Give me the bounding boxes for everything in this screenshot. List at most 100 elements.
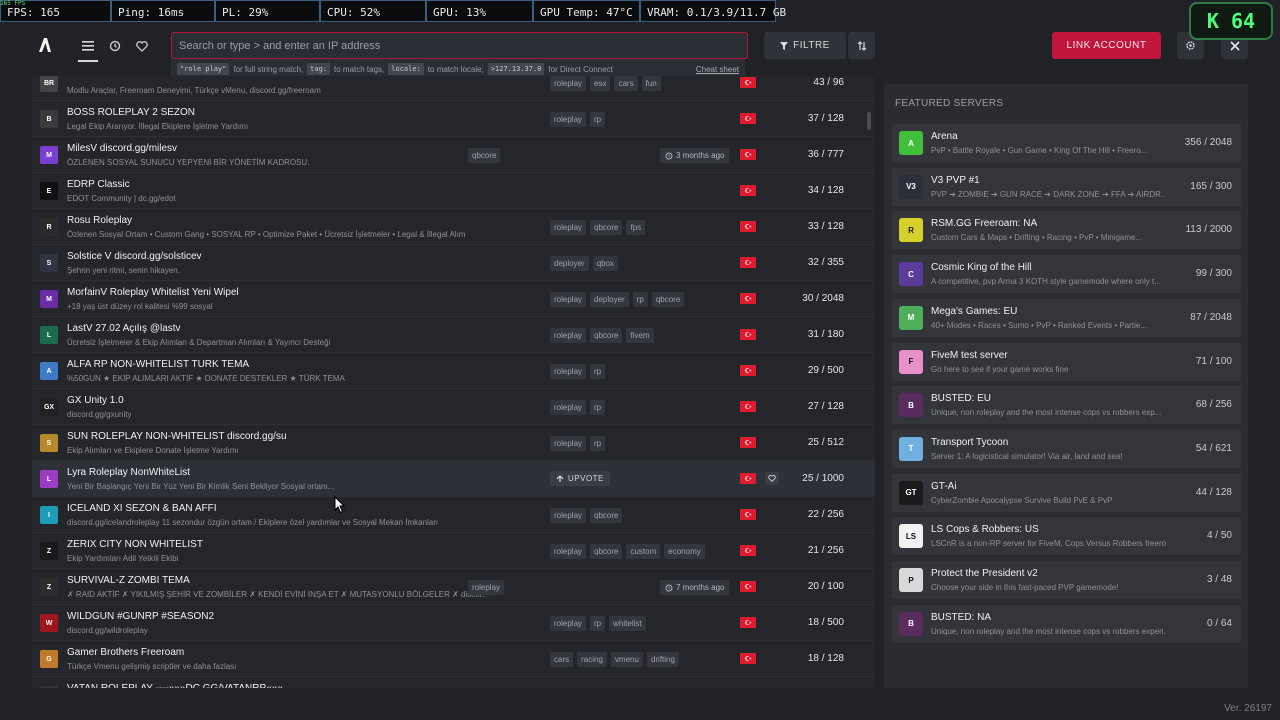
server-list[interactable]: BR Modlu Araçlar, Freeroam Deneyimi, Türk… [32, 76, 875, 688]
featured-server-name: Mega's Games: EU [931, 305, 1018, 317]
server-tag[interactable]: rp [590, 616, 606, 631]
server-tag[interactable]: qbcore [590, 508, 623, 523]
server-tag[interactable]: roleplay [550, 400, 587, 415]
featured-server-row[interactable]: V3 V3 PVP #1 PVP ➔ ZOMBIE ➔ GUN RACE ➔ D… [892, 167, 1241, 206]
server-tag[interactable]: roleplay [468, 580, 505, 595]
server-tag[interactable]: fps [626, 220, 646, 235]
featured-server-description: CyberZombie Apocalypse Survive Build PvE… [931, 495, 1113, 505]
featured-server-row[interactable]: B BUSTED: EU Unique, non roleplay and th… [892, 386, 1241, 425]
server-row[interactable]: Z SURVIVAL-Z ZOMBI TEMA ✗ RAİD AKTİF ✗ YIK… [32, 569, 875, 605]
server-tag[interactable]: cars [550, 652, 574, 667]
server-tags: roleplay [468, 580, 505, 595]
server-row[interactable]: E EDRP Classic EDOT Community | dc.gg/edot… [32, 173, 875, 209]
server-row[interactable]: S SUN ROLEPLAY NON-WHITELIST discord.gg/s… [32, 425, 875, 461]
server-search-field[interactable] [171, 32, 748, 59]
server-tag[interactable]: drifting [646, 652, 679, 667]
featured-server-row[interactable]: M Mega's Games: EU 40+ Modes • Races • S… [892, 298, 1241, 337]
server-tag[interactable]: deployer [590, 292, 629, 307]
server-row[interactable]: B BOSS ROLEPLAY 2 SEZON Legal Ekip Ararıyo… [32, 101, 875, 137]
server-tag[interactable]: deployer [550, 256, 589, 271]
favorites-heart-icon[interactable] [130, 34, 154, 58]
server-tag[interactable]: roleplay [550, 616, 587, 631]
server-tag[interactable]: roleplay [550, 544, 587, 559]
server-tag[interactable]: esx [590, 76, 611, 91]
server-tag[interactable]: whitelist [609, 616, 646, 631]
server-tag[interactable]: roleplay [550, 220, 587, 235]
featured-server-row[interactable]: R RSM.GG Freeroam: NA Custom Cars & Maps… [892, 211, 1241, 250]
server-tag[interactable]: qbcore [590, 328, 623, 343]
server-tag[interactable]: qbcore [468, 148, 501, 163]
history-icon[interactable] [103, 34, 127, 58]
server-row[interactable]: I ICELAND XI SEZON & BAN AFFI discord.gg/i… [32, 497, 875, 533]
fivem-logo-icon[interactable] [37, 37, 53, 53]
server-tag[interactable]: roleplay [550, 436, 587, 451]
server-row[interactable]: V VATAN ROLEPLAY ----»»»DC.GG/VATANRP««« [32, 677, 875, 688]
server-tag[interactable]: qbcore [590, 544, 623, 559]
server-list-menu-icon[interactable] [76, 34, 100, 62]
search-input[interactable] [179, 40, 740, 52]
featured-server-row[interactable]: B BUSTED: NA Unique, non roleplay and th… [892, 604, 1241, 643]
server-row[interactable]: L Lyra Roleplay NonWhiteList Yeni Bir Başl… [32, 461, 875, 497]
list-scrollbar[interactable] [867, 112, 871, 130]
server-row[interactable]: BR Modlu Araçlar, Freeroam Deneyimi, Türk… [32, 76, 875, 101]
featured-server-row[interactable]: P Protect the President v2 Choose your s… [892, 561, 1241, 599]
featured-server-name: Cosmic King of the Hill [931, 262, 1032, 274]
server-description: Modlu Araçlar, Freeroam Deneyimi, Türkçe… [67, 86, 321, 95]
server-tag[interactable]: qbcore [651, 292, 685, 307]
server-row[interactable]: A ALFA RP NON-WHITELIST TURK TEMA %50GUN ★… [32, 353, 875, 389]
server-row[interactable]: M MilesV discord.gg/milesv ÖZLENEN SOSYAL … [32, 137, 875, 173]
featured-server-row[interactable]: C Cosmic King of the Hill A competitive,… [892, 255, 1241, 294]
server-tag[interactable]: cars [614, 76, 638, 91]
sort-button[interactable] [848, 32, 875, 59]
server-tag[interactable]: roleplay [550, 112, 587, 127]
featured-server-row[interactable]: T Transport Tycoon Server 1: A logicisti… [892, 429, 1241, 468]
server-tag[interactable]: economy [664, 544, 705, 559]
server-tag[interactable]: qbox [592, 256, 619, 271]
server-tag[interactable]: rp [632, 292, 648, 307]
turkey-flag-icon [740, 257, 756, 268]
server-tag[interactable]: roleplay [550, 292, 587, 307]
server-row[interactable]: R Rosu Roleplay Özlenen Sosyal Ortam • Cus… [32, 209, 875, 245]
featured-server-row[interactable]: F FiveM test server Go here to see if yo… [892, 342, 1241, 381]
server-tag[interactable]: roleplay [550, 364, 587, 379]
server-tag[interactable]: roleplay [550, 508, 587, 523]
server-tag[interactable]: fun [641, 76, 661, 91]
server-row[interactable]: Z ZERIX CITY NON WHITELIST Ekip Yardımları… [32, 533, 875, 569]
server-tag[interactable]: rp [590, 400, 606, 415]
last-seen-badge: 7 months ago [660, 580, 730, 595]
server-tag[interactable]: custom [626, 544, 661, 559]
server-tag[interactable]: roleplay [550, 76, 587, 91]
cheat-sheet-link[interactable]: Cheat sheet [696, 65, 739, 74]
favorite-heart-icon[interactable] [765, 472, 779, 485]
server-tag[interactable]: rp [590, 436, 606, 451]
player-count: 29 / 500 [807, 365, 844, 376]
link-account-button[interactable]: LINK ACCOUNT [1052, 32, 1161, 59]
arrow-up-icon [556, 474, 564, 482]
server-tag[interactable]: qbcore [590, 220, 623, 235]
filter-label: FILTRE [793, 40, 830, 51]
server-row[interactable]: G Gamer Brothers Freeroam Türkçe Vmenu gel… [32, 641, 875, 677]
server-tag[interactable]: rp [590, 364, 606, 379]
featured-server-row[interactable]: A Arena PvP • Battle Royale • Gun Game •… [892, 124, 1241, 162]
server-tag[interactable]: roleplay [550, 328, 587, 343]
server-icon: Z [40, 542, 58, 560]
server-tag[interactable]: vmenu [610, 652, 643, 667]
server-row[interactable]: M MorfainV Roleplay Whitelist Yeni Wipel +… [32, 281, 875, 317]
turkey-flag-icon [740, 149, 756, 160]
server-row[interactable]: S Solstice V discord.gg/solsticev Şehrin y… [32, 245, 875, 281]
filter-button[interactable]: FILTRE [764, 32, 846, 59]
server-description: %50GUN ★ EKİP ALIMLARI AKTİF ★ DONATE DE… [67, 374, 345, 383]
server-row[interactable]: W WILDGUN #GUNRP #SEASON2 discord.gg/wildr… [32, 605, 875, 641]
gpu-temp-stat: GPU Temp: 47°C [533, 0, 640, 22]
server-description: Yeni Bir Başlangıç Yeni Bir Yüz Yeni Bir… [67, 482, 335, 491]
server-tag[interactable]: racing [577, 652, 607, 667]
server-name: BOSS ROLEPLAY 2 SEZON [67, 107, 196, 118]
server-tag[interactable]: rp [590, 112, 606, 127]
server-tag[interactable]: fivem [626, 328, 654, 343]
featured-server-row[interactable]: LS LS Cops & Robbers: US LSCnR is a non-… [892, 517, 1241, 556]
featured-server-row[interactable]: GT GT-Ai CyberZombie Apocalypse Survive … [892, 473, 1241, 512]
server-name: SURVIVAL-Z ZOMBI TEMA [67, 575, 190, 586]
server-row[interactable]: GX GX Unity 1.0 discord.gg/gxunity roleplay… [32, 389, 875, 425]
server-row[interactable]: L LastV 27.02 Açılış @lastv Ücretsiz İşlet… [32, 317, 875, 353]
upvote-button[interactable]: UPVOTE [550, 471, 610, 486]
